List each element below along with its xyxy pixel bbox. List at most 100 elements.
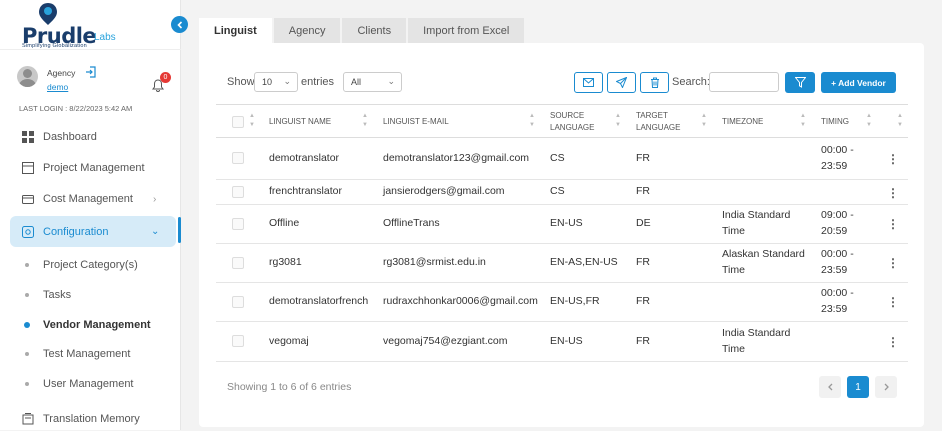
header-linguist-name[interactable]: LINGUIST NAME bbox=[269, 105, 359, 139]
mail-icon bbox=[583, 78, 594, 87]
table-row[interactable]: demotranslator demotranslator123@gmail.c… bbox=[216, 138, 908, 180]
table-row[interactable]: rg3081 rg3081@srmist.edu.in EN-AS,EN-US … bbox=[216, 244, 908, 283]
cell-email: jansierodgers@gmail.com bbox=[383, 185, 505, 198]
collapse-sidebar-button[interactable] bbox=[171, 16, 188, 33]
cell-timezone: India Standard Time bbox=[722, 326, 791, 355]
logout-icon[interactable] bbox=[85, 66, 97, 78]
linguist-panel: Show 10 ⌄ entries All ⌄ Search: + Add Ve… bbox=[199, 43, 924, 427]
linguist-table: ▲ ▼ LINGUIST NAME ▲ ▼ LINGUIST E-MAIL ▲ ▼ S… bbox=[216, 104, 908, 362]
avatar[interactable] bbox=[17, 66, 38, 87]
pin-icon bbox=[39, 3, 57, 25]
row-checkbox[interactable] bbox=[232, 257, 244, 269]
more-vertical-icon[interactable]: ⋮ bbox=[887, 295, 899, 309]
user-role: Agency bbox=[47, 68, 76, 78]
show-label: Show bbox=[227, 76, 255, 88]
sort-icon[interactable]: ▲ ▼ bbox=[249, 112, 255, 130]
search-input[interactable] bbox=[709, 72, 779, 92]
sort-icon[interactable]: ▲ ▼ bbox=[362, 112, 368, 130]
active-indicator bbox=[178, 217, 181, 243]
cell-name: vegomaj bbox=[269, 334, 309, 347]
cell-target: DE bbox=[636, 217, 651, 230]
table-row[interactable]: vegomaj vegomaj754@ezgiant.com EN-US FR … bbox=[216, 322, 908, 362]
dashboard-icon bbox=[22, 131, 34, 143]
header-target-language[interactable]: TARGET LANGUAGE bbox=[636, 105, 692, 139]
cell-target: FR bbox=[636, 151, 650, 164]
row-checkbox[interactable] bbox=[232, 186, 244, 198]
memory-icon bbox=[22, 413, 34, 425]
funnel-icon bbox=[794, 77, 806, 88]
more-vertical-icon[interactable]: ⋮ bbox=[887, 217, 899, 231]
sidebar-subitem-vendor-management[interactable]: Vendor Management bbox=[0, 315, 181, 335]
cell-name: frenchtranslator bbox=[269, 185, 342, 198]
email-button[interactable] bbox=[574, 72, 603, 93]
sidebar-subitem-tasks[interactable]: Tasks bbox=[0, 285, 181, 305]
sidebar-subitem-project-category[interactable]: Project Category(s) bbox=[0, 255, 181, 275]
cell-name: Offline bbox=[269, 217, 300, 230]
row-checkbox[interactable] bbox=[232, 335, 244, 347]
sort-icon[interactable]: ▲ ▼ bbox=[529, 112, 535, 130]
more-vertical-icon[interactable]: ⋮ bbox=[887, 335, 899, 349]
entries-value: 10 bbox=[262, 77, 273, 87]
table-row[interactable]: demotranslatorfrench rudraxchhonkar0006@… bbox=[216, 283, 908, 322]
send-button[interactable] bbox=[607, 72, 636, 93]
bullet-icon bbox=[25, 352, 29, 356]
sort-icon[interactable]: ▲ ▼ bbox=[615, 112, 621, 130]
cell-email: OfflineTrans bbox=[383, 217, 440, 230]
user-name-link[interactable]: demo bbox=[47, 82, 68, 92]
prudle-logo[interactable]: Prudle Labs Simplifying Globalization bbox=[22, 2, 132, 49]
cell-name: demotranslatorfrench bbox=[269, 295, 369, 308]
prev-page-button[interactable] bbox=[819, 376, 841, 398]
sort-icon[interactable]: ▲ ▼ bbox=[701, 112, 707, 130]
header-linguist-email[interactable]: LINGUIST E-MAIL bbox=[383, 105, 523, 139]
sort-icon[interactable]: ▲ ▼ bbox=[800, 112, 806, 130]
sidebar-subitem-label: Project Category(s) bbox=[43, 259, 138, 271]
sort-icon[interactable]: ▲ ▼ bbox=[897, 112, 903, 130]
status-filter-select[interactable]: All ⌄ bbox=[343, 72, 402, 92]
more-vertical-icon[interactable]: ⋮ bbox=[887, 256, 899, 270]
filter-button[interactable] bbox=[785, 72, 815, 93]
sidebar-item-translation-memory[interactable]: Translation Memory bbox=[0, 407, 181, 431]
cell-name: rg3081 bbox=[269, 256, 302, 269]
sort-icon[interactable]: ▲ ▼ bbox=[866, 112, 872, 130]
tab-linguist[interactable]: Linguist bbox=[199, 18, 272, 44]
sidebar-subitem-user-management[interactable]: User Management bbox=[0, 374, 181, 394]
header-source-language[interactable]: SOURCE LANGUAGE bbox=[550, 105, 606, 139]
add-vendor-button[interactable]: + Add Vendor bbox=[821, 72, 896, 93]
select-all-checkbox[interactable] bbox=[232, 116, 244, 128]
table-row[interactable]: Offline OfflineTrans EN-US DE India Stan… bbox=[216, 205, 908, 244]
sidebar-item-cost-management[interactable]: Cost Management › bbox=[0, 187, 181, 211]
cell-timing: 00:00 - 23:59 bbox=[821, 287, 854, 315]
tab-clients[interactable]: Clients bbox=[342, 18, 407, 44]
page-1-button[interactable]: 1 bbox=[847, 376, 869, 398]
sidebar-item-dashboard[interactable]: Dashboard bbox=[0, 125, 181, 149]
bullet-icon bbox=[25, 263, 29, 267]
project-icon bbox=[22, 162, 34, 174]
sidebar-item-label: Translation Memory bbox=[43, 413, 140, 425]
cell-email: rudraxchhonkar0006@gmail.com bbox=[383, 295, 538, 308]
more-vertical-icon[interactable]: ⋮ bbox=[887, 186, 899, 200]
header-timing[interactable]: TIMING bbox=[821, 105, 861, 139]
cell-email: rg3081@srmist.edu.in bbox=[383, 256, 486, 269]
next-page-button[interactable] bbox=[875, 376, 897, 398]
cell-target: FR bbox=[636, 256, 650, 269]
sidebar-item-label: Configuration bbox=[43, 225, 109, 238]
entries-select[interactable]: 10 ⌄ bbox=[254, 72, 298, 92]
tab-import-excel[interactable]: Import from Excel bbox=[408, 18, 525, 44]
row-checkbox[interactable] bbox=[232, 296, 244, 308]
sidebar-item-configuration[interactable]: Configuration ⌄ bbox=[10, 216, 176, 247]
cell-source: CS bbox=[550, 185, 565, 198]
bullet-icon bbox=[25, 293, 29, 297]
sidebar-item-project-management[interactable]: Project Management bbox=[0, 156, 181, 180]
delete-button[interactable] bbox=[640, 72, 669, 93]
sidebar-subitem-test-management[interactable]: Test Management bbox=[0, 344, 181, 364]
send-icon bbox=[616, 77, 627, 88]
notification-badge: 0 bbox=[160, 72, 171, 83]
table-row[interactable]: frenchtranslator jansierodgers@gmail.com… bbox=[216, 180, 908, 205]
more-vertical-icon[interactable]: ⋮ bbox=[887, 152, 899, 166]
cost-icon bbox=[22, 195, 34, 204]
row-checkbox[interactable] bbox=[232, 152, 244, 164]
header-timezone[interactable]: TIMEZONE bbox=[722, 105, 802, 139]
cell-timezone: Alaskan Standard Time bbox=[722, 248, 805, 276]
tab-agency[interactable]: Agency bbox=[273, 18, 341, 44]
row-checkbox[interactable] bbox=[232, 218, 244, 230]
